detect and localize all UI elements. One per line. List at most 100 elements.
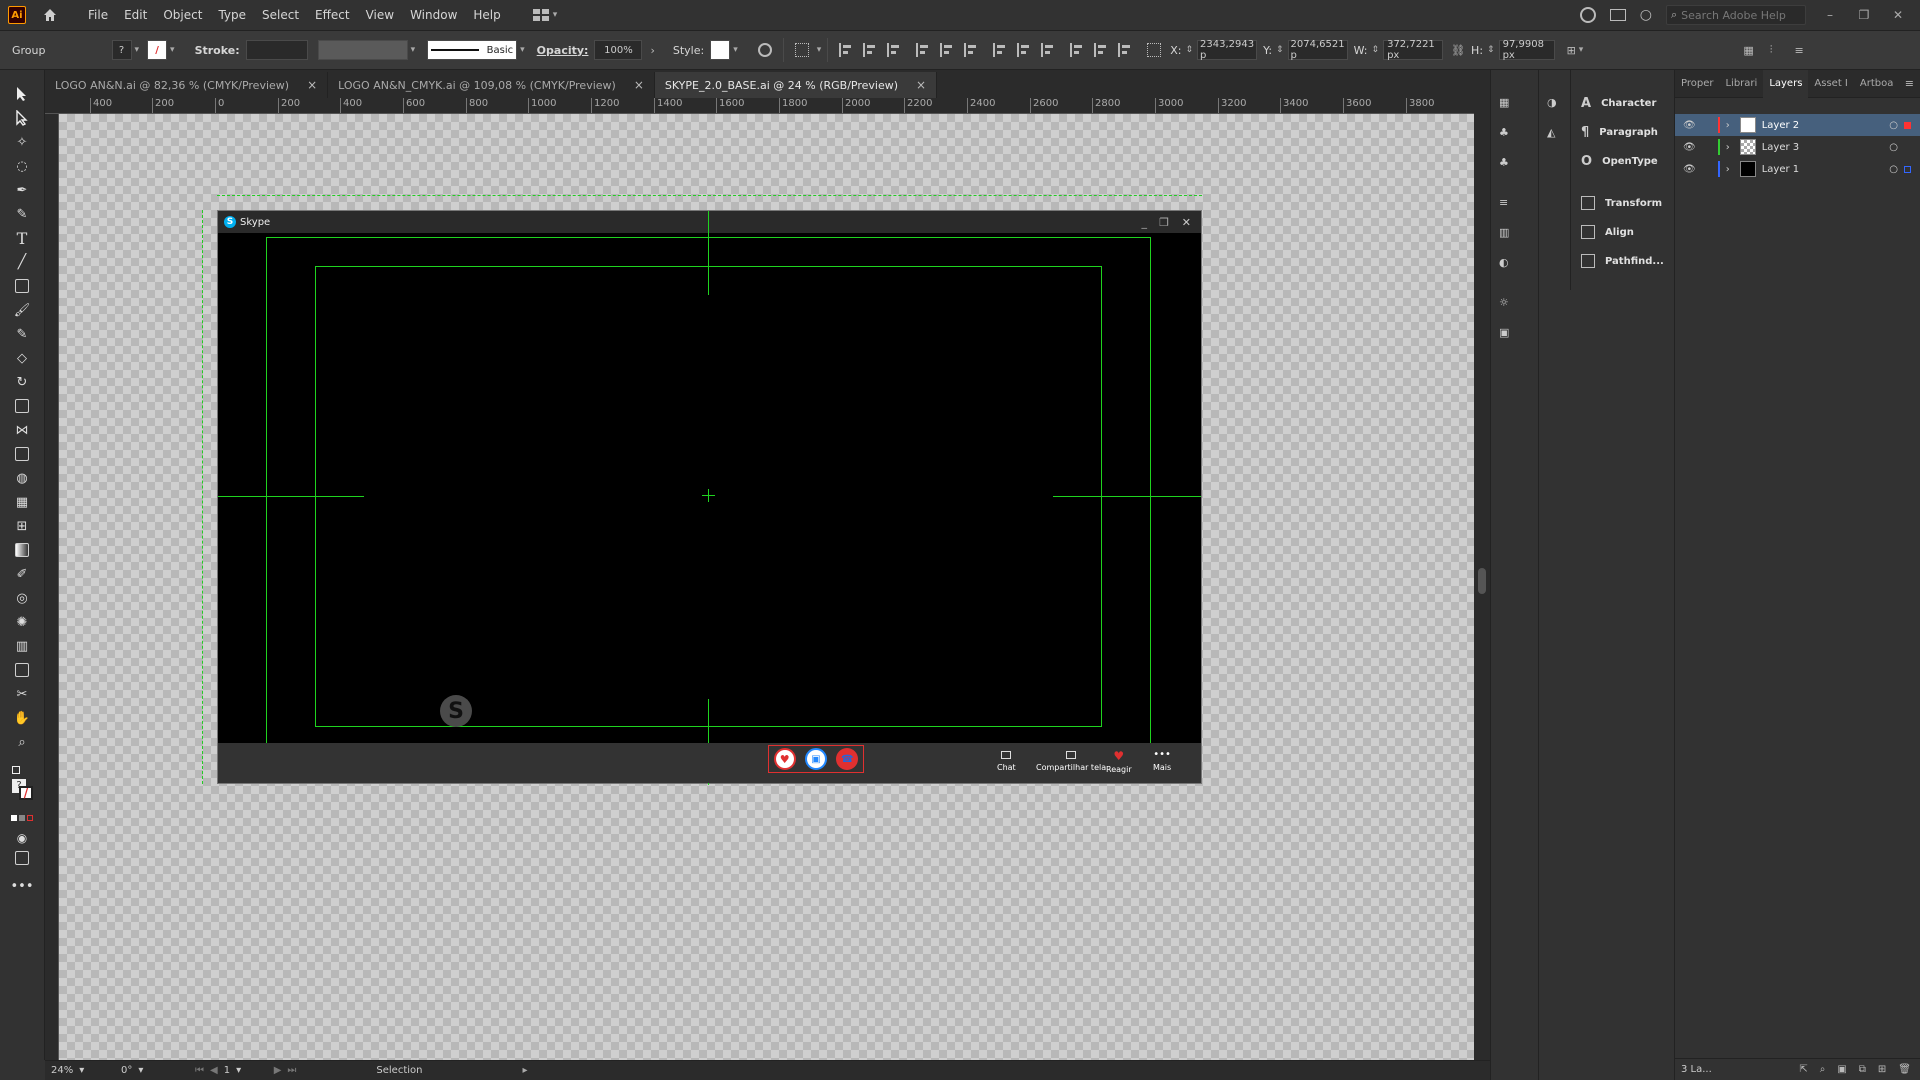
layer-name[interactable]: Layer 1 [1762,164,1799,175]
video-icon[interactable]: ▣ [804,748,827,770]
symbol-sprayer-tool-icon[interactable]: ✺ [12,612,32,632]
default-fill-stroke-icon[interactable] [6,760,26,780]
slice-tool-icon[interactable]: ✂ [12,684,32,704]
y-input[interactable]: 2074,6521 p [1287,39,1348,61]
layer-row[interactable]: 👁 › Layer 1 ○ [1675,158,1920,180]
brush-definition[interactable]: Basic [427,40,518,60]
menu-type[interactable]: Type [210,0,254,30]
chevron-down-icon[interactable]: ▾ [1579,45,1584,55]
close-icon[interactable]: ✕ [1182,216,1191,229]
shape-builder-tool-icon[interactable]: ◍ [12,468,32,488]
pathfinder-panel-button[interactable]: Pathfind... [1581,254,1664,268]
expand-arrow-icon[interactable]: › [1726,164,1730,175]
search-input[interactable]: ⌕ Search Adobe Help [1666,5,1806,25]
magic-wand-tool-icon[interactable]: ✧ [12,132,32,152]
export-icon[interactable]: ⇱ [1799,1064,1807,1075]
blend-tool-icon[interactable]: ◎ [12,588,32,608]
maximize-icon[interactable]: ❐ [1159,216,1169,229]
first-artboard-icon[interactable]: ⏮ [195,1065,204,1076]
link-icon[interactable]: ⛓ [1451,44,1465,57]
arrange-icon[interactable]: ▦ [1743,44,1753,57]
more-tools-icon[interactable]: ••• [11,876,34,896]
hand-tool-icon[interactable]: ✋ [12,708,32,728]
artboards-panel-icon[interactable]: ▦ [1499,96,1515,112]
prev-artboard-icon[interactable]: ◀ [210,1065,218,1076]
align-bottom-icon[interactable] [962,41,980,59]
delete-icon[interactable]: 🗑 [1898,1064,1911,1075]
zoom-select[interactable]: 24% ▾ [45,1063,115,1079]
reference-point-icon[interactable] [1145,41,1163,59]
free-transform-tool-icon[interactable] [12,444,32,464]
menu-help[interactable]: Help [465,0,508,30]
fill-swatch[interactable]: ? [111,40,132,60]
stroke-panel-icon[interactable]: ≡ [1499,196,1515,212]
draw-mode-icon[interactable]: ◉ [12,828,32,848]
minimize-icon[interactable]: _ [1142,216,1148,229]
home-icon[interactable] [40,5,60,25]
perspective-grid-tool-icon[interactable]: ▦ [12,492,32,512]
close-icon[interactable]: × [307,78,317,92]
color-mode-icons[interactable] [11,808,33,828]
distribute-top-icon[interactable] [991,41,1009,59]
close-icon[interactable]: × [916,78,926,92]
paintbrush-tool-icon[interactable]: 🖌 [12,300,32,320]
tab-libraries[interactable]: Librari [1719,70,1763,98]
align-center-horizontal-icon[interactable] [861,41,879,59]
end-call-icon[interactable]: ☎ [836,748,859,770]
menu-object[interactable]: Object [155,0,210,30]
stroke-weight-input[interactable] [245,40,308,60]
chevron-down-icon[interactable]: ▾ [135,45,140,55]
target-icon[interactable]: ○ [1889,164,1898,175]
selection-tool-icon[interactable] [12,84,32,104]
new-sublayer-icon[interactable]: ⧉ [1859,1064,1866,1075]
tab-artboards[interactable]: Artboa [1854,70,1899,98]
tab-skype-base[interactable]: SKYPE_2.0_BASE.ai @ 24 % (RGB/Preview) × [654,72,938,98]
mic-icon[interactable]: ♥ [773,748,796,770]
lightbulb-icon[interactable]: ○ [1640,7,1652,23]
curvature-tool-icon[interactable]: ✎ [12,204,32,224]
vertical-scrollbar[interactable] [1474,98,1490,1060]
opentype-panel-button[interactable]: O OpenType [1581,154,1658,169]
character-panel-button[interactable]: A Character [1581,96,1656,111]
fill-stroke-swatches[interactable]: ? / [12,779,33,800]
tab-properties[interactable]: Proper [1675,70,1719,98]
tab-logo-ann[interactable]: LOGO AN&N.ai @ 82,36 % (CMYK/Preview) × [45,72,329,98]
skype-window-mockup[interactable]: S Skype _ ❐ ✕ S ♥ ▣ ☎ Chat Compartilhar … [217,210,1202,785]
menu-view[interactable]: View [358,0,402,30]
paragraph-panel-button[interactable]: ¶ Paragraph [1581,125,1658,140]
menu-effect[interactable]: Effect [307,0,358,30]
status-menu-arrow[interactable]: ▸ [523,1065,528,1076]
width-tool-icon[interactable]: ⋈ [12,420,32,440]
graphic-styles-panel-icon[interactable]: ▣ [1499,326,1515,342]
tab-asset-export[interactable]: Asset I [1808,70,1853,98]
gradient-panel-icon[interactable]: ▥ [1499,226,1515,242]
chevron-down-icon[interactable]: ▾ [170,45,175,55]
more-button[interactable]: ••• Mais [1153,750,1171,773]
new-layer-icon[interactable]: ⊞ [1878,1064,1886,1075]
visibility-eye-icon[interactable]: 👁 [1683,120,1696,131]
selected-call-buttons-group[interactable]: ♥ ▣ ☎ [768,745,864,773]
locate-object-icon[interactable]: ⌕ [1820,1064,1826,1075]
stroke-swatch[interactable]: / [147,40,168,60]
target-icon[interactable]: ○ [1889,142,1898,153]
rectangle-tool-icon[interactable] [12,276,32,296]
selection-indicator[interactable] [1904,121,1911,129]
menu-window[interactable]: Window [402,0,465,30]
vertical-ruler[interactable] [45,114,59,1060]
lasso-tool-icon[interactable]: ◌ [12,156,32,176]
gradient-tool-icon[interactable] [12,540,32,560]
arrange-documents-icon[interactable] [1609,9,1626,21]
recolor-artwork-icon[interactable] [756,41,774,59]
brushes-panel-icon[interactable]: ♣ [1499,126,1515,142]
user-icon[interactable] [1579,7,1596,23]
distribute-right-icon[interactable] [1116,41,1134,59]
chevron-right-icon[interactable]: › [650,44,654,57]
layer-name[interactable]: Layer 3 [1762,142,1799,153]
type-tool-icon[interactable]: T [12,228,32,248]
tab-layers[interactable]: Layers [1763,69,1809,98]
appearance-panel-icon[interactable]: ☼ [1499,296,1515,312]
menu-icon[interactable]: ≡ [1794,44,1803,57]
transparency-panel-icon[interactable]: ◐ [1499,256,1515,272]
align-center-vertical-icon[interactable] [938,41,956,59]
rotate-tool-icon[interactable]: ↻ [12,372,32,392]
